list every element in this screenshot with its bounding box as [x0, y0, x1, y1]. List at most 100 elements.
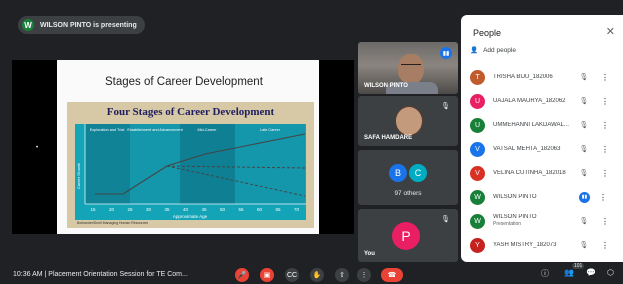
mic-off-icon: 🎙: [579, 98, 589, 105]
x-axis-label: Approximate Age: [173, 214, 208, 219]
safa-tile[interactable]: 🎙 SAFA HAMDARE: [358, 96, 458, 146]
x-tick-label: 45: [201, 207, 207, 212]
present-icon[interactable]: ⇧: [335, 268, 349, 282]
captions-icon[interactable]: CC: [285, 268, 299, 282]
x-tick-label: 70: [294, 207, 300, 212]
x-tick-label: 50: [220, 207, 226, 212]
participant-name: YASH MISTRY_182073: [493, 241, 557, 248]
self-avatar: P: [392, 222, 420, 250]
presenter-tile[interactable]: ▮▮ WILSON PINTO: [358, 42, 458, 94]
chart-plot: Exploration and Trial Establishment and A…: [75, 124, 306, 220]
presenting-text: WILSON PINTO is presenting: [40, 21, 137, 29]
shared-slide: Stages of Career Development Four Stages…: [57, 60, 319, 234]
mic-off-icon: 🎙: [579, 218, 589, 225]
slide-title: Stages of Career Development: [105, 76, 263, 88]
x-tick-label: 20: [109, 207, 115, 212]
participant-avatar: V: [470, 165, 485, 181]
participant-avatar: Y: [470, 237, 485, 253]
participant-row[interactable]: W WILSON PINTO Presentation 🎙 ⋮: [470, 211, 620, 231]
participant-row[interactable]: V VELINA CUTINHA_182018 🎙 ⋮: [470, 163, 620, 183]
y-axis-label: Career Growth: [76, 163, 81, 189]
people-icon[interactable]: 👥: [564, 268, 574, 277]
stage-label: Exploration and Trial: [90, 128, 125, 132]
others-avatar-c: C: [409, 164, 427, 182]
end-call-icon[interactable]: ☎: [381, 268, 403, 282]
more-options-icon[interactable]: ⋮: [599, 193, 607, 202]
others-tile[interactable]: B C 97 others: [358, 150, 458, 205]
slide-footnote: Bohlander/Snell Managing Human Resources: [77, 221, 149, 225]
x-tick-label: 15: [90, 207, 96, 212]
presenting-indicator[interactable]: W WILSON PINTO is presenting: [18, 16, 145, 34]
add-people-button[interactable]: 👤 Add people: [470, 46, 516, 55]
participant-name: WILSON PINTO: [493, 193, 537, 200]
others-avatar-b: B: [389, 164, 407, 182]
raise-hand-icon[interactable]: ✋: [310, 268, 324, 282]
stage-band-1: [85, 124, 130, 204]
mic-off-icon: 🎙: [579, 242, 589, 249]
participant-avatar: W: [470, 213, 485, 229]
chat-icon[interactable]: 💬: [586, 268, 596, 277]
x-tick-label: 40: [183, 207, 189, 212]
more-options-icon[interactable]: ⋮: [601, 145, 609, 154]
participant-avatar: V: [470, 141, 485, 157]
more-icon[interactable]: ⋮: [357, 268, 371, 282]
mic-off-icon: 🎙: [579, 146, 589, 153]
participant-avatar: U: [470, 93, 485, 109]
close-icon[interactable]: ✕: [606, 25, 615, 38]
x-tick-label: 25: [127, 207, 133, 212]
participant-row[interactable]: W WILSON PINTO ▮▮ ⋮: [470, 187, 620, 207]
participant-row[interactable]: T TRISHA BIJU_182006 🎙 ⋮: [470, 67, 620, 87]
participant-name: VATSAL MEHTA_182063: [493, 145, 561, 152]
x-tick-label: 60: [257, 207, 263, 212]
presenter-face: [398, 54, 424, 84]
participant-row[interactable]: U UAJALA MAURYA_182062 🎙 ⋮: [470, 91, 620, 111]
glasses: [401, 64, 421, 69]
audio-bars-icon: ▮▮: [440, 47, 452, 59]
x-tick-label: 30: [146, 207, 152, 212]
presenter-avatar: W: [22, 19, 34, 31]
participant-subtitle: Presentation: [493, 221, 522, 227]
more-options-icon[interactable]: ⋮: [601, 97, 609, 106]
speaking-icon: ▮▮: [579, 191, 590, 203]
mic-off-icon: 🎙: [579, 74, 589, 81]
more-options-icon[interactable]: ⋮: [601, 169, 609, 178]
participant-name: TRISHA BIJU_182006: [493, 73, 553, 80]
stage-label: Late Career: [260, 128, 281, 132]
mic-off-icon: 🎙: [579, 122, 589, 129]
presenter-name: WILSON PINTO: [364, 83, 408, 89]
participant-row[interactable]: V VATSAL MEHTA_182063 🎙 ⋮: [470, 139, 620, 159]
others-count: 97 others: [394, 190, 422, 197]
chart-heading: Four Stages of Career Development: [106, 106, 275, 118]
participant-name: UAJALA MAURYA_182062: [493, 97, 566, 104]
participant-name: UMMEHANNI LAKDAWAL...: [493, 121, 569, 128]
more-options-icon[interactable]: ⋮: [601, 217, 609, 226]
people-panel: People ✕ 👤 Add people T TRISHA BIJU_18200…: [461, 15, 623, 262]
mic-off-icon: 🎙: [579, 170, 589, 177]
activities-icon[interactable]: ⬡: [607, 268, 614, 277]
add-person-icon: 👤: [470, 47, 479, 54]
participant-row[interactable]: U UMMEHANNI LAKDAWAL... 🎙 ⋮: [470, 115, 620, 135]
pointer-dot: •: [36, 145, 39, 151]
camera-off-icon[interactable]: ▣: [260, 268, 274, 282]
stage-label: Mid-Career: [198, 128, 218, 132]
participant-badge: 101: [572, 263, 585, 269]
participant-name: VELINA CUTINHA_182018: [493, 169, 566, 176]
mic-off-icon: 🎙: [441, 216, 450, 223]
self-name: You: [364, 251, 375, 257]
safa-name: SAFA HAMDARE: [364, 135, 413, 141]
mic-off-icon: 🎙: [441, 103, 450, 110]
panel-title: People: [473, 28, 502, 38]
mic-off-icon[interactable]: 🎤: [235, 268, 249, 282]
presentation-stage[interactable]: Stages of Career Development Four Stages…: [12, 60, 354, 234]
info-icon[interactable]: ⓘ: [541, 268, 549, 279]
more-options-icon[interactable]: ⋮: [601, 241, 609, 250]
career-stage-chart: Four Stages of Career Development Explor…: [67, 102, 314, 228]
more-options-icon[interactable]: ⋮: [601, 121, 609, 130]
stage-band-3: [180, 124, 235, 204]
stage-label: Establishment and Advancement: [127, 128, 183, 132]
meeting-info: 10:36 AM | Placement Orientation Session…: [13, 271, 188, 278]
participant-row[interactable]: Y YASH MISTRY_182073 🎙 ⋮: [470, 235, 620, 255]
safa-avatar: [395, 106, 423, 136]
x-tick-label: 35: [164, 207, 170, 212]
more-options-icon[interactable]: ⋮: [601, 73, 609, 82]
